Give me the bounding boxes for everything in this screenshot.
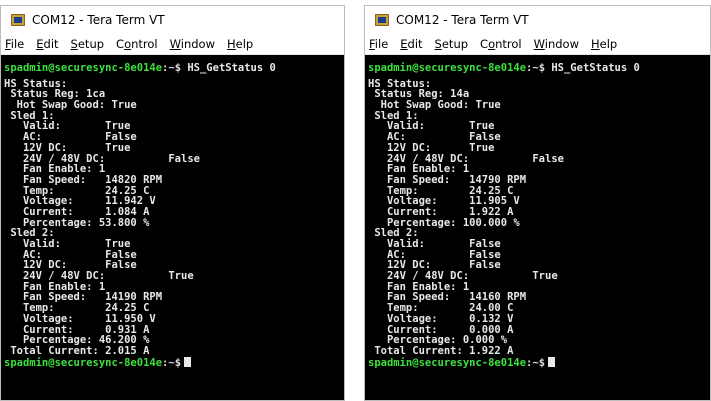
menu-item-file[interactable]: File (369, 37, 388, 51)
tera-term-window-left[interactable]: COM12 - Tera Term VT File Edit Setup Contro… (0, 5, 345, 401)
menu-label-part: C (480, 36, 489, 51)
prompt-path: :~$ (162, 62, 182, 74)
menu-item-edit[interactable]: Edit (400, 37, 422, 51)
menu-item-file[interactable]: File (5, 37, 24, 51)
menu-item-window[interactable]: Window (534, 37, 579, 51)
tera-term-app-icon (11, 13, 25, 26)
menu-accelerator: H (591, 36, 600, 51)
terminal-output-line: Total Current: 1.922 A (368, 344, 514, 357)
command-line: spadmin@securesync-8e014e:~$ HS_GetStatu… (368, 63, 710, 74)
window-title: COM12 - Tera Term VT (32, 12, 165, 27)
menu-label-part: ntrol (495, 36, 522, 51)
terminal-output-line: Voltage: 0.132 V (368, 312, 514, 325)
menu-label-part: indow (544, 36, 579, 51)
menu-accelerator: W (169, 36, 181, 51)
prompt-line: spadmin@securesync-8e014e:~$ (368, 356, 710, 369)
prompt-path: :~$ (526, 356, 546, 369)
menu-item-window[interactable]: Window (170, 37, 215, 51)
terminal-output-line: Voltage: 11.950 V (4, 312, 156, 325)
menu-accelerator: E (36, 36, 44, 51)
terminal-output-line: Hot Swap Good: True (4, 99, 137, 112)
menu-accelerator: S (434, 36, 442, 51)
menu-label-part: etup (441, 36, 469, 51)
menu-label-part: ntrol (131, 36, 158, 51)
prompt-user-host: spadmin@securesync-8e014e (4, 356, 163, 369)
menu-accelerator: H (227, 36, 236, 51)
terminal-output-line: Percentage: 53.800 % (4, 216, 150, 229)
menu-item-edit[interactable]: Edit (36, 37, 58, 51)
menu-item-setup[interactable]: Setup (435, 37, 469, 51)
menu-label-part: dit (43, 36, 59, 51)
tera-term-window-right[interactable]: COM12 - Tera Term VT File Edit Setup Contro… (364, 5, 711, 401)
text-cursor (184, 356, 192, 367)
menu-label-part: C (116, 36, 125, 51)
command-text: HS_GetStatus 0 (545, 62, 640, 74)
tera-term-app-icon (375, 13, 389, 26)
menu-label-part: elp (235, 36, 254, 51)
title-bar[interactable]: COM12 - Tera Term VT (1, 6, 344, 33)
menu-label-part: ile (10, 36, 25, 51)
terminal-output-line: Total Current: 2.015 A (4, 344, 150, 357)
command-line: spadmin@securesync-8e014e:~$ HS_GetStatu… (4, 63, 344, 74)
terminal-output-line: 12V DC: True (368, 141, 495, 154)
menu-accelerator: W (533, 36, 545, 51)
menu-item-control[interactable]: Control (480, 37, 522, 51)
menu-item-help[interactable]: Help (227, 37, 253, 51)
menu-label-part: dit (407, 36, 423, 51)
menu-bar: File Edit Setup Control Window Help (365, 33, 710, 55)
terminal-output-line: Percentage: 100.000 % (368, 216, 520, 229)
terminal-output-line: Fan Speed: 14820 RPM (4, 173, 163, 186)
prompt-path: :~$ (526, 62, 546, 74)
menu-label-part: indow (180, 36, 215, 51)
menu-label-part: etup (77, 36, 105, 51)
text-cursor (548, 356, 556, 367)
prompt-line: spadmin@securesync-8e014e:~$ (4, 356, 344, 369)
menu-label-part: ile (374, 36, 389, 51)
menu-accelerator: S (70, 36, 78, 51)
menu-bar: File Edit Setup Control Window Help (1, 33, 344, 55)
window-title: COM12 - Tera Term VT (396, 12, 529, 27)
prompt-user-host: spadmin@securesync-8e014e (368, 62, 527, 74)
terminal-output-line: Hot Swap Good: True (368, 99, 501, 112)
prompt-user-host: spadmin@securesync-8e014e (368, 356, 527, 369)
title-bar[interactable]: COM12 - Tera Term VT (365, 6, 710, 33)
menu-item-help[interactable]: Help (591, 37, 617, 51)
prompt-user-host: spadmin@securesync-8e014e (4, 62, 163, 74)
terminal-area[interactable]: spadmin@securesync-8e014e:~$ HS_GetStatu… (1, 55, 344, 400)
prompt-path: :~$ (162, 356, 182, 369)
terminal-output-line: Fan Speed: 14790 RPM (368, 173, 527, 186)
menu-accelerator: E (400, 36, 408, 51)
menu-item-control[interactable]: Control (116, 37, 158, 51)
terminal-area[interactable]: spadmin@securesync-8e014e:~$ HS_GetStatu… (365, 55, 710, 400)
menu-item-setup[interactable]: Setup (71, 37, 105, 51)
menu-label-part: elp (599, 36, 618, 51)
terminal-output-line: 12V DC: True (4, 141, 131, 154)
command-text: HS_GetStatus 0 (181, 62, 276, 74)
